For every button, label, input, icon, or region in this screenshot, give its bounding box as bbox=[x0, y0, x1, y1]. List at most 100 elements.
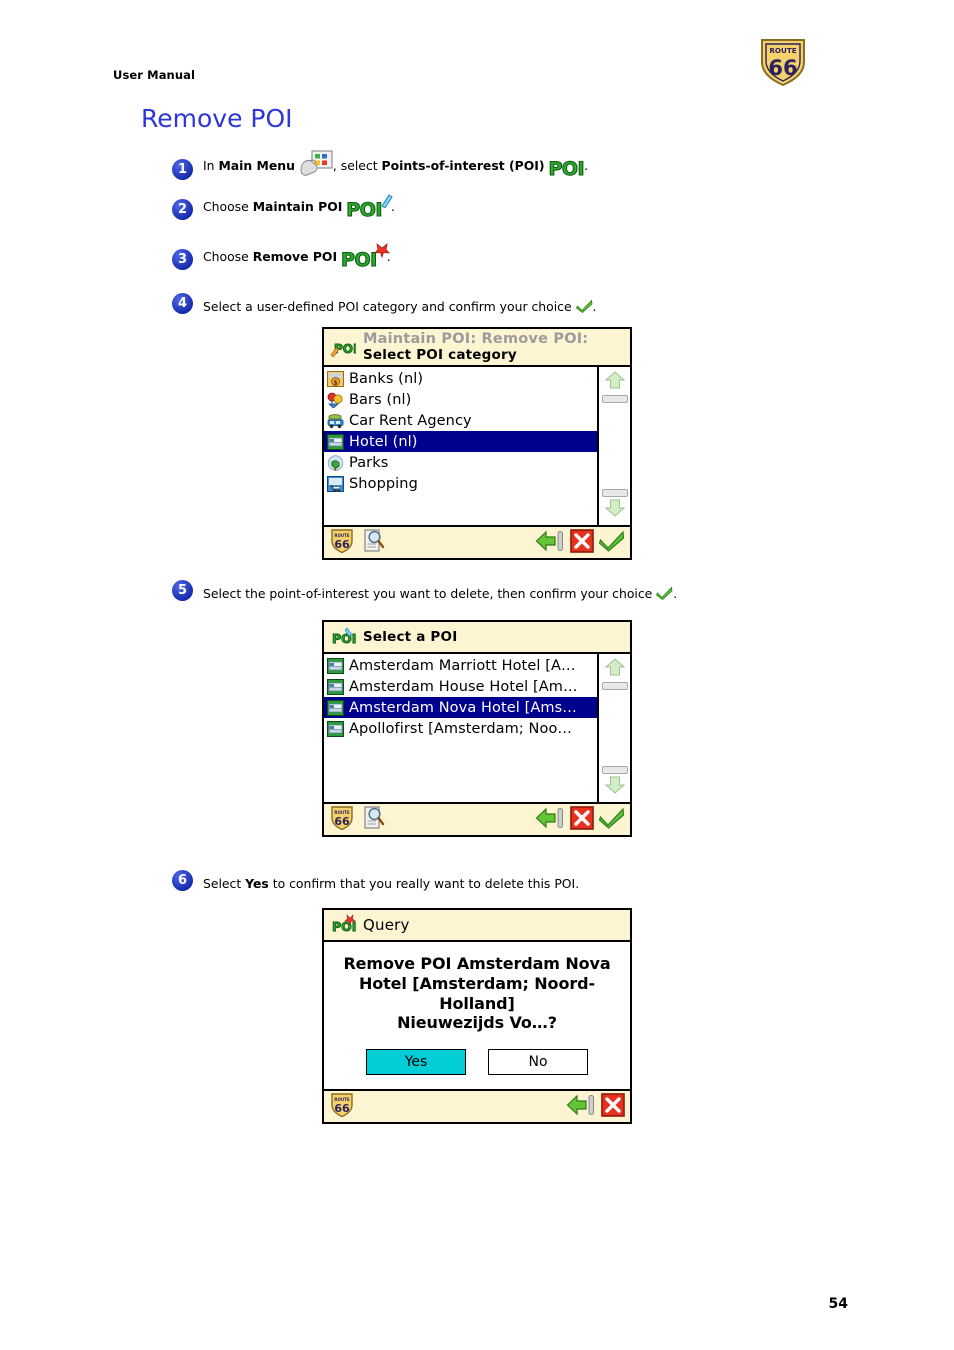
list-item-label: Shopping bbox=[349, 475, 418, 492]
step-1-bold-a: Main Menu bbox=[218, 158, 295, 173]
step-number-badge: 3 bbox=[172, 249, 193, 270]
scroll-down-control[interactable] bbox=[601, 764, 628, 798]
step-6-text: Select Yes to confirm that you really wa… bbox=[203, 877, 579, 891]
scroll-up-control[interactable] bbox=[601, 658, 628, 692]
search-document-icon[interactable] bbox=[362, 528, 386, 558]
query-message: Remove POI Amsterdam Nova Hotel [Amsterd… bbox=[334, 954, 620, 1033]
step-6-text-a: Select bbox=[203, 876, 246, 892]
confirm-check-icon bbox=[575, 299, 593, 314]
step-3-text-a: Choose bbox=[203, 249, 253, 264]
main-menu-icon bbox=[299, 150, 333, 180]
query-message-line: Holland] bbox=[439, 993, 515, 1013]
step-number-badge: 4 bbox=[172, 293, 193, 314]
scroll-up-arrow-icon[interactable] bbox=[604, 371, 626, 393]
screen-title: Query bbox=[363, 916, 410, 934]
step-3: 3 Choose Remove POI POI . bbox=[172, 243, 391, 271]
hotel-icon bbox=[327, 433, 344, 450]
svg-text:66: 66 bbox=[334, 538, 350, 551]
maintain-poi-icon: POI bbox=[346, 194, 393, 220]
step-4-text-c: . bbox=[592, 299, 597, 315]
list-item[interactable]: $ Banks (nl) bbox=[324, 368, 597, 389]
step-3-bold-a: Remove POI bbox=[252, 249, 338, 264]
list-item-label: Apollofirst [Amsterdam; Noo… bbox=[349, 720, 573, 737]
screen-title-bar: POI Select a POI bbox=[324, 622, 630, 654]
back-arrow-icon[interactable] bbox=[566, 1093, 596, 1121]
park-icon bbox=[327, 455, 344, 471]
screen-title-texts: Maintain POI: Remove POI: Select POI cat… bbox=[363, 331, 588, 362]
list-item[interactable]: Amsterdam Marriott Hotel [A… bbox=[324, 655, 597, 676]
step-1-bold-b: Points-of-interest (POI) bbox=[381, 158, 545, 173]
step-6-text-b: to confirm that you really want to delet… bbox=[268, 876, 580, 892]
query-dialog-body: Remove POI Amsterdam Nova Hotel [Amsterd… bbox=[324, 942, 630, 1090]
query-message-line: Remove POI Amsterdam Nova bbox=[343, 954, 611, 973]
confirm-check-icon[interactable] bbox=[598, 807, 625, 833]
screen-title-bar: POI Query bbox=[324, 910, 630, 942]
scrollbar[interactable] bbox=[597, 654, 630, 802]
scroll-down-arrow-icon[interactable] bbox=[604, 776, 626, 798]
red-x-badge-icon bbox=[373, 243, 390, 258]
remove-poi-icon-text: POI bbox=[340, 249, 377, 271]
list-item[interactable]: Amsterdam Nova Hotel [Ams… bbox=[324, 697, 597, 718]
scroll-thumb-bottom[interactable] bbox=[601, 489, 628, 498]
step-4-text: Select a user-defined POI category and c… bbox=[203, 299, 597, 314]
list-item[interactable]: Car Rent Agency bbox=[324, 410, 597, 431]
cancel-icon[interactable] bbox=[570, 528, 594, 557]
step-5-text: Select the point-of-interest you want to… bbox=[203, 586, 677, 601]
poi-category-list: $ Banks (nl) Bars (nl) Car Rent Agency H… bbox=[324, 367, 597, 525]
search-document-icon[interactable] bbox=[362, 805, 386, 835]
svg-text:66: 66 bbox=[334, 1102, 350, 1115]
scroll-down-arrow-icon[interactable] bbox=[604, 499, 626, 521]
list-item-label: Amsterdam Nova Hotel [Ams… bbox=[349, 699, 577, 716]
hotel-icon bbox=[327, 678, 344, 695]
svg-text:POI: POI bbox=[332, 631, 356, 646]
logo-route-text: ROUTE bbox=[769, 46, 796, 55]
scroll-thumb-top[interactable] bbox=[601, 682, 628, 690]
cancel-icon[interactable] bbox=[601, 1093, 625, 1121]
scroll-down-control[interactable] bbox=[601, 487, 628, 521]
list-item-label: Hotel (nl) bbox=[349, 433, 418, 450]
list-item[interactable]: Hotel (nl) bbox=[324, 431, 597, 453]
document-type-label: User Manual bbox=[113, 68, 196, 82]
back-arrow-icon[interactable] bbox=[535, 529, 565, 557]
screen-toolbar: ROUTE 66 bbox=[324, 525, 630, 559]
step-number-badge: 5 bbox=[172, 580, 193, 601]
key-badge-icon bbox=[381, 194, 393, 208]
route66-logo-icon[interactable]: ROUTE 66 bbox=[329, 805, 355, 835]
screen-body: Amsterdam Marriott Hotel [A… Amsterdam H… bbox=[324, 654, 630, 802]
screen-select-a-poi: POI Select a POI Amsterdam Marriott Hote… bbox=[322, 620, 632, 837]
query-message-line: Nieuwezijds Vo…? bbox=[397, 1013, 557, 1033]
route66-logo-icon: ROUTE 66 bbox=[754, 36, 812, 88]
route66-logo-icon[interactable]: ROUTE 66 bbox=[329, 528, 355, 558]
confirm-check-icon[interactable] bbox=[598, 530, 625, 556]
scroll-up-control[interactable] bbox=[601, 371, 628, 405]
step-number-badge: 6 bbox=[172, 870, 193, 891]
list-item[interactable]: Parks bbox=[324, 452, 597, 473]
svg-text:$: $ bbox=[333, 379, 337, 386]
list-item[interactable]: Bars (nl) bbox=[324, 389, 597, 410]
list-item-label: Banks (nl) bbox=[349, 370, 424, 387]
list-item[interactable]: Amsterdam House Hotel [Am… bbox=[324, 676, 597, 697]
scroll-up-arrow-icon[interactable] bbox=[604, 658, 626, 680]
poi-list: Amsterdam Marriott Hotel [A… Amsterdam H… bbox=[324, 654, 597, 802]
step-1-text-a: In bbox=[203, 158, 219, 173]
no-button[interactable]: No bbox=[488, 1049, 588, 1076]
hotel-icon bbox=[327, 699, 344, 716]
yes-button[interactable]: Yes bbox=[366, 1049, 466, 1076]
scroll-thumb-bottom[interactable] bbox=[601, 766, 628, 774]
scroll-thumb-top[interactable] bbox=[601, 395, 628, 404]
list-item-label: Bars (nl) bbox=[349, 391, 412, 408]
route66-logo-icon[interactable]: ROUTE 66 bbox=[329, 1092, 355, 1122]
cancel-icon[interactable] bbox=[570, 805, 594, 834]
step-5: 5 Select the point-of-interest you want … bbox=[172, 580, 677, 601]
step-4-text-a: Select a user-defined POI category and c… bbox=[203, 299, 576, 315]
list-item[interactable]: Apollofirst [Amsterdam; Noo… bbox=[324, 718, 597, 739]
list-item-label: Parks bbox=[349, 454, 389, 471]
list-item[interactable]: Shopping bbox=[324, 473, 597, 494]
hotel-icon bbox=[327, 720, 344, 737]
screen-select-poi-category: POI Maintain POI: Remove POI: Select POI… bbox=[322, 327, 632, 561]
step-1-text-b: , select bbox=[332, 158, 382, 173]
page-title: Remove POI bbox=[141, 104, 293, 133]
confirm-check-icon bbox=[656, 586, 673, 601]
back-arrow-icon[interactable] bbox=[535, 806, 565, 834]
scrollbar[interactable] bbox=[597, 367, 630, 526]
